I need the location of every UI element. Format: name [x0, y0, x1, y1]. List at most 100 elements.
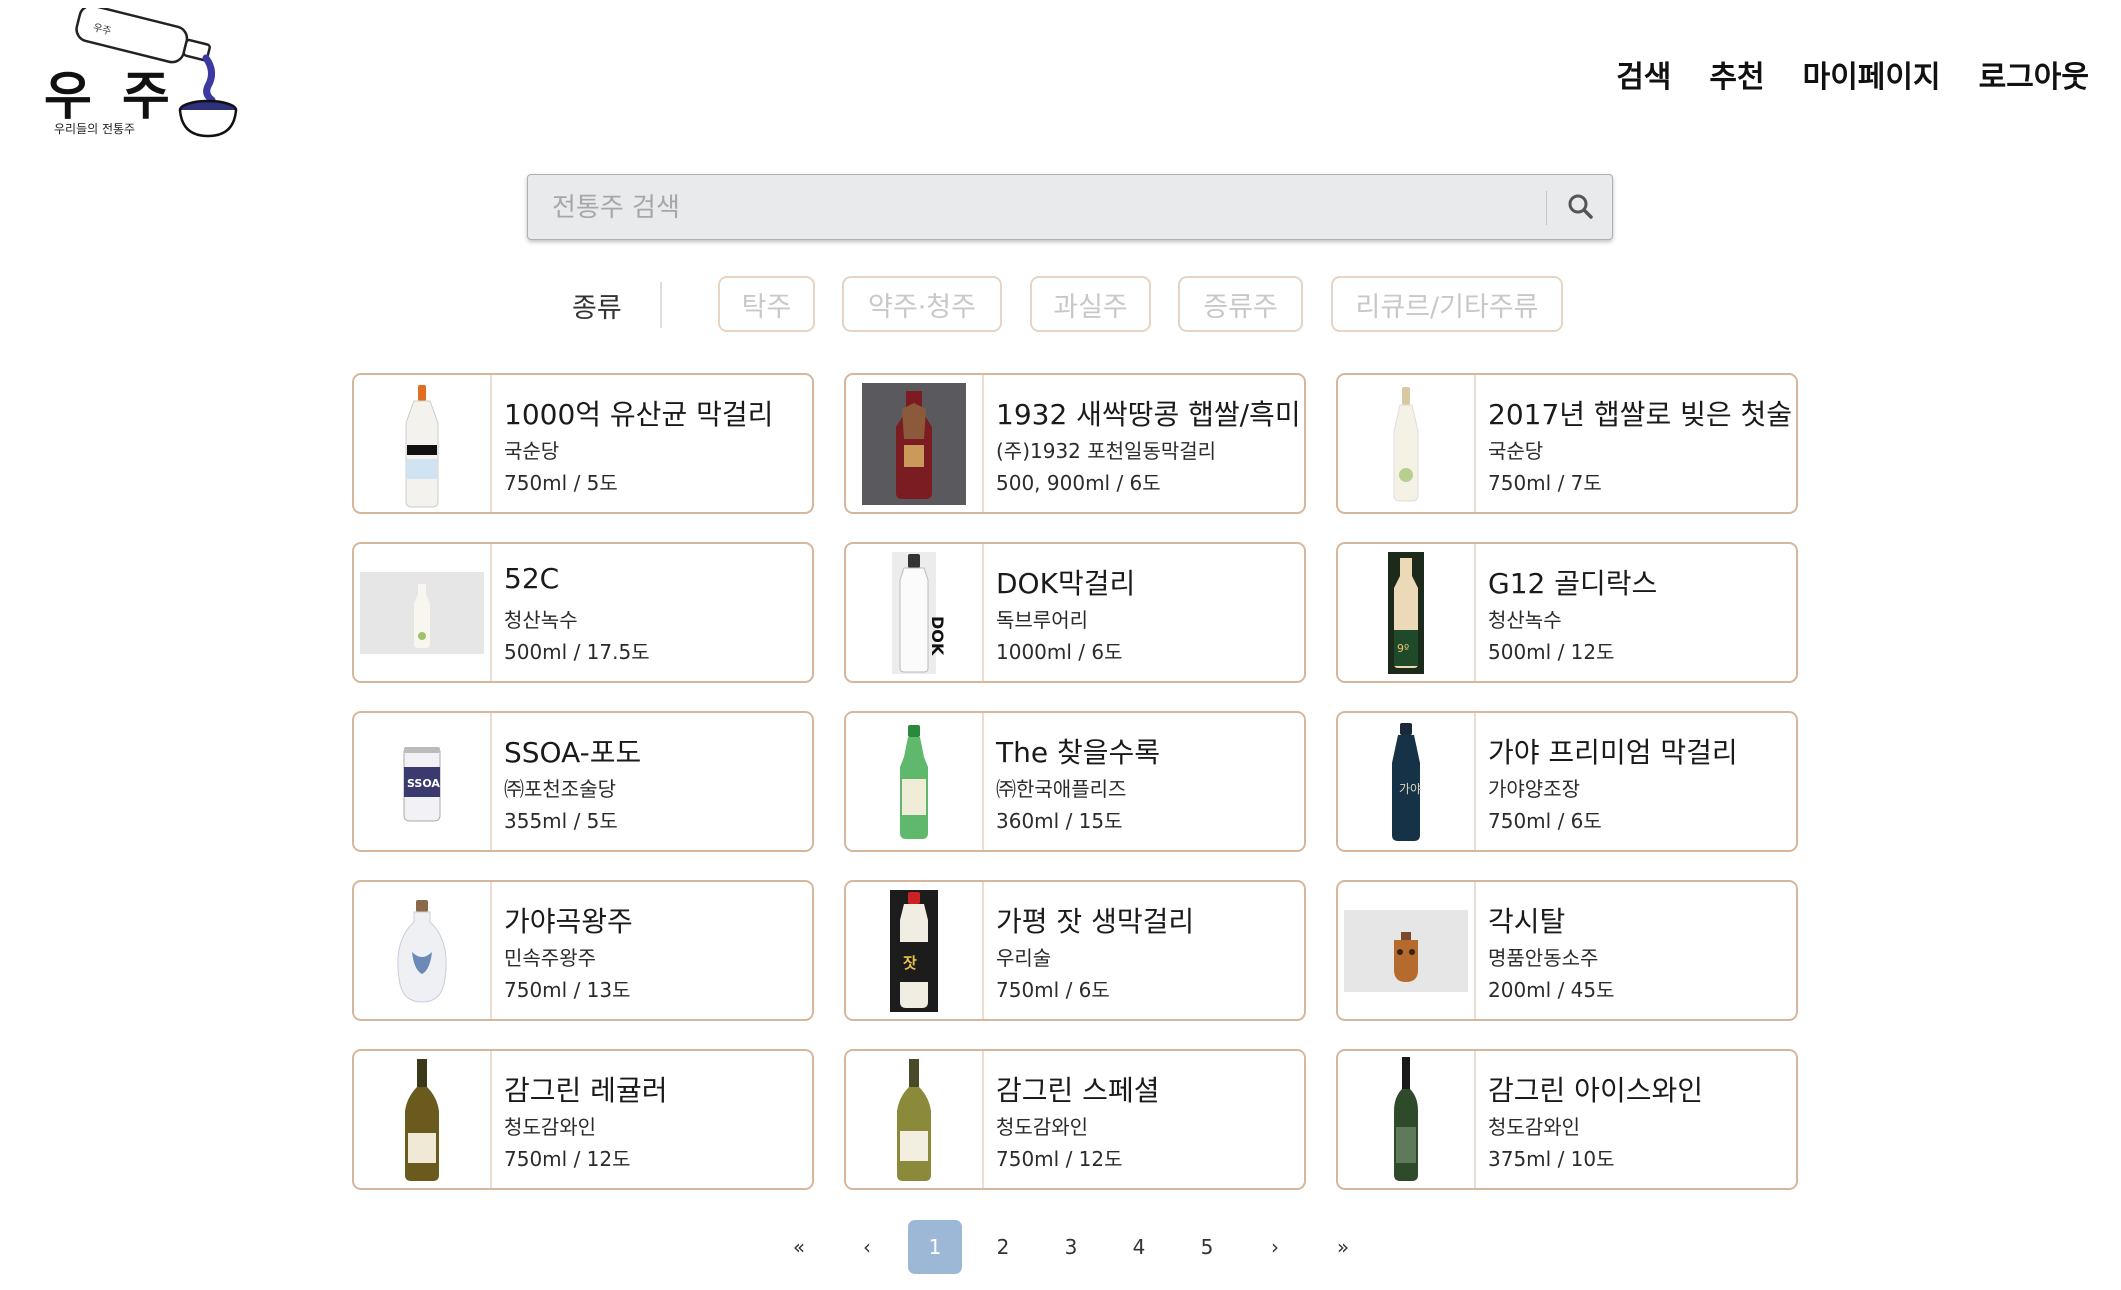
- logo[interactable]: 우주 우 주 우리들의 전통주: [40, 8, 250, 138]
- can-icon: SSOA: [403, 747, 441, 822]
- nav-search[interactable]: 검색: [1616, 52, 1671, 96]
- product-card[interactable]: 1932 새싹땅콩 햅쌀/흑미 (주)1932 포천일동막걸리 500, 900…: [844, 373, 1306, 514]
- product-card[interactable]: 감그린 아이스와인 청도감와인 375ml / 10도: [1336, 1049, 1798, 1190]
- product-name: 각시탈: [1488, 905, 1566, 938]
- product-thumbnail: SSOA: [354, 713, 492, 850]
- jar-icon: [397, 900, 447, 1003]
- bottle-icon: 가야: [1392, 723, 1421, 841]
- top-nav: 검색 추천 마이페이지 로그아웃: [1616, 52, 2089, 96]
- product-spec: 750ml / 5도: [504, 471, 618, 495]
- page-last-button[interactable]: »: [1316, 1220, 1370, 1274]
- category-filter: 종류 탁주 약주·청주 과실주 증류주 리큐르/기타주류: [0, 276, 2121, 336]
- product-spec: 500ml / 12도: [1488, 640, 1615, 664]
- product-thumbnail: 잣: [846, 882, 984, 1019]
- nav-recommend[interactable]: 추천: [1709, 52, 1764, 96]
- chip-takju[interactable]: 탁주: [718, 276, 815, 332]
- product-thumbnail: [1338, 375, 1476, 512]
- product-thumbnail: [354, 882, 492, 1019]
- product-name: 감그린 레귤러: [504, 1074, 668, 1107]
- nav-mypage[interactable]: 마이페이지: [1803, 52, 1941, 96]
- bottle-icon: [862, 383, 966, 505]
- product-name: 가야곡왕주: [504, 905, 633, 938]
- product-spec: 750ml / 12도: [996, 1147, 1123, 1171]
- product-maker: 독브루어리: [996, 608, 1088, 632]
- product-thumbnail: [846, 1051, 984, 1188]
- product-card[interactable]: The 찾을수록 ㈜한국애플리즈 360ml / 15도: [844, 711, 1306, 852]
- product-spec: 355ml / 5도: [504, 809, 618, 833]
- page-4-button[interactable]: 4: [1112, 1220, 1166, 1274]
- product-card[interactable]: 52C 청산녹수 500ml / 17.5도: [352, 542, 814, 683]
- product-maker: 국순당: [504, 439, 560, 463]
- product-spec: 1000ml / 6도: [996, 640, 1123, 664]
- product-card[interactable]: 9º G12 골디락스 청산녹수 500ml / 12도: [1336, 542, 1798, 683]
- filter-divider: [660, 282, 662, 328]
- product-card[interactable]: 1000억 유산균 막걸리 국순당 750ml / 5도: [352, 373, 814, 514]
- svg-text:9º: 9º: [1397, 642, 1409, 655]
- product-card[interactable]: SSOA SSOA-포도 ㈜포천조술당 355ml / 5도: [352, 711, 814, 852]
- bottle-icon: [1393, 387, 1419, 502]
- product-name: 2017년 햅쌀로 빚은 첫술: [1488, 398, 1793, 431]
- chip-liqueur-other[interactable]: 리큐르/기타주류: [1331, 276, 1563, 332]
- product-thumbnail: [1338, 882, 1476, 1019]
- product-spec: 750ml / 13도: [504, 978, 631, 1002]
- search-button[interactable]: [1558, 185, 1604, 229]
- page-2-button[interactable]: 2: [976, 1220, 1030, 1274]
- product-name: DOK막걸리: [996, 567, 1136, 600]
- product-card[interactable]: 감그린 스페셜 청도감와인 750ml / 12도: [844, 1049, 1306, 1190]
- product-name: 감그린 아이스와인: [1488, 1074, 1703, 1107]
- page-prev-button[interactable]: ‹: [840, 1220, 894, 1274]
- product-name: 가야 프리미엄 막걸리: [1488, 736, 1738, 769]
- wine-bottle-icon: [405, 1059, 439, 1181]
- nav-logout[interactable]: 로그아웃: [1979, 52, 2089, 96]
- page-next-button[interactable]: ›: [1248, 1220, 1302, 1274]
- product-thumbnail: 9º: [1338, 544, 1476, 681]
- search-divider: [1546, 191, 1547, 225]
- page-5-button[interactable]: 5: [1180, 1220, 1234, 1274]
- product-spec: 360ml / 15도: [996, 809, 1123, 833]
- product-card[interactable]: 가야곡왕주 민속주왕주 750ml / 13도: [352, 880, 814, 1021]
- product-spec: 500, 900ml / 6도: [996, 471, 1161, 495]
- bottle-icon: 잣: [890, 890, 938, 1012]
- product-spec: 750ml / 6도: [996, 978, 1110, 1002]
- page-1-button[interactable]: 1: [908, 1220, 962, 1274]
- product-name: 1000억 유산균 막걸리: [504, 398, 774, 431]
- chip-yakju-cheongju[interactable]: 약주·청주: [842, 276, 1002, 332]
- product-maker: 청산녹수: [1488, 608, 1562, 632]
- product-maker: 청도감와인: [504, 1115, 596, 1139]
- chip-fruit-wine[interactable]: 과실주: [1030, 276, 1151, 332]
- product-maker: ㈜한국애플리즈: [996, 777, 1127, 801]
- wine-bottle-icon: [897, 1059, 931, 1181]
- page-3-button[interactable]: 3: [1044, 1220, 1098, 1274]
- page-first-button[interactable]: «: [772, 1220, 826, 1274]
- product-maker: 민속주왕주: [504, 946, 596, 970]
- search-icon: [1568, 194, 1593, 219]
- bottle-icon: [360, 572, 484, 654]
- product-card[interactable]: 감그린 레귤러 청도감와인 750ml / 12도: [352, 1049, 814, 1190]
- product-name: 1932 새싹땅콩 햅쌀/흑미: [996, 398, 1301, 431]
- product-card[interactable]: 각시탈 명품안동소주 200ml / 45도: [1336, 880, 1798, 1021]
- product-spec: 200ml / 45도: [1488, 978, 1615, 1002]
- product-name: 가평 잣 생막걸리: [996, 905, 1195, 938]
- product-maker: 명품안동소주: [1488, 946, 1599, 970]
- bottle-icon: [1344, 910, 1468, 992]
- bottle-icon: [405, 385, 439, 508]
- product-maker: 가야양조장: [1488, 777, 1580, 801]
- product-maker: 청산녹수: [504, 608, 578, 632]
- pagination: « ‹ 1 2 3 4 5 › »: [0, 1220, 2121, 1274]
- product-card[interactable]: 가야 가야 프리미엄 막걸리 가야양조장 750ml / 6도: [1336, 711, 1798, 852]
- product-card[interactable]: 잣 가평 잣 생막걸리 우리술 750ml / 6도: [844, 880, 1306, 1021]
- product-card[interactable]: DOK DOK막걸리 독브루어리 1000ml / 6도: [844, 542, 1306, 683]
- product-thumbnail: [354, 375, 492, 512]
- product-thumbnail: [354, 544, 492, 681]
- search-input[interactable]: [550, 175, 1514, 240]
- svg-text:잣: 잣: [903, 954, 917, 972]
- product-name: SSOA-포도: [504, 736, 642, 769]
- product-name: The 찾을수록: [996, 736, 1161, 769]
- product-name: G12 골디락스: [1488, 567, 1658, 600]
- product-maker: 국순당: [1488, 439, 1544, 463]
- product-card[interactable]: 2017년 햅쌀로 빚은 첫술 국순당 750ml / 7도: [1336, 373, 1798, 514]
- chip-distilled[interactable]: 증류주: [1178, 276, 1303, 332]
- product-name: 감그린 스페셜: [996, 1074, 1160, 1107]
- logo-text: 우 주: [44, 67, 176, 127]
- search-bar: [527, 174, 1613, 240]
